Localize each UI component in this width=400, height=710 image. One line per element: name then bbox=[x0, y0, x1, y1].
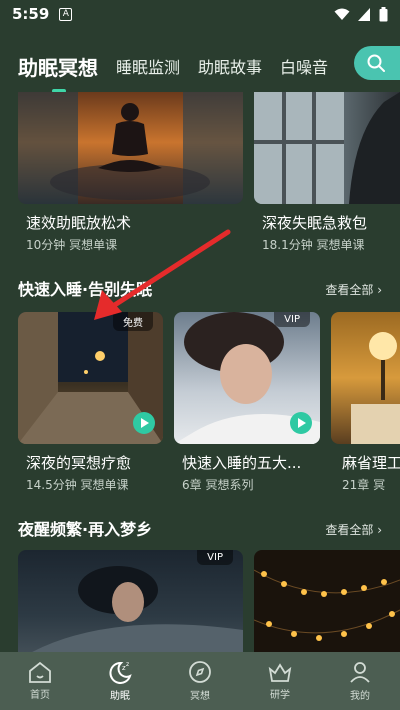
nav-profile[interactable]: 我的 bbox=[320, 652, 400, 710]
nav-sleep[interactable]: zz 助眠 bbox=[80, 652, 160, 710]
nav-label: 我的 bbox=[350, 691, 370, 702]
nav-label: 冥想 bbox=[190, 691, 210, 702]
annotation-arrow bbox=[94, 229, 231, 320]
nav-meditation[interactable]: 冥想 bbox=[160, 652, 240, 710]
nav-study[interactable]: 研学 bbox=[240, 652, 320, 710]
nav-home[interactable]: 首页 bbox=[0, 652, 80, 710]
compass-icon bbox=[189, 661, 211, 683]
bottom-nav: 首页 zz 助眠 冥想 研学 我的 bbox=[0, 652, 400, 710]
home-icon bbox=[29, 661, 51, 683]
crown-icon bbox=[268, 663, 292, 682]
nav-label: 研学 bbox=[270, 690, 290, 701]
nav-label: 助眠 bbox=[110, 691, 130, 702]
nav-label: 首页 bbox=[30, 690, 50, 701]
svg-text:z: z bbox=[126, 661, 129, 668]
moon-icon: zz bbox=[109, 661, 132, 684]
user-icon bbox=[350, 662, 370, 683]
